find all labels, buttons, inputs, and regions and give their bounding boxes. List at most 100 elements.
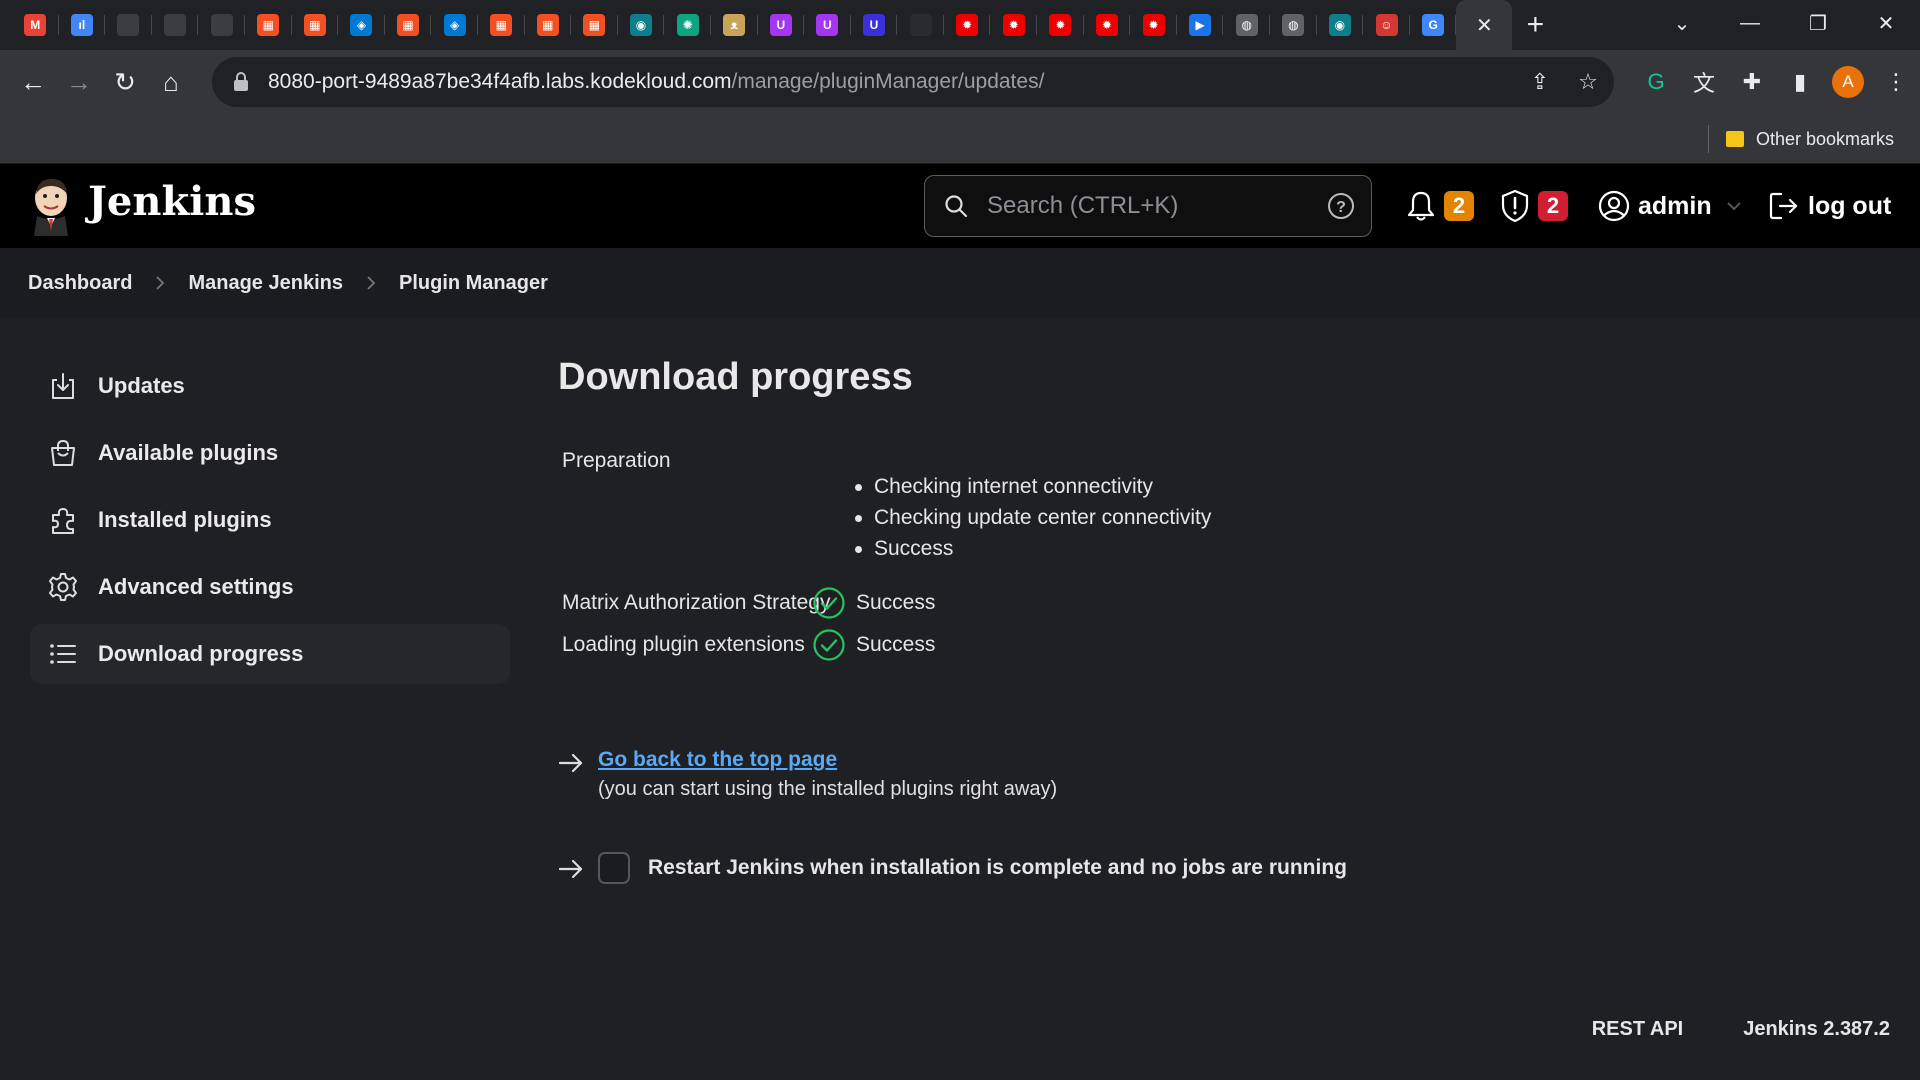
restore-icon[interactable]: ❐ xyxy=(1784,0,1852,46)
browser-tab[interactable]: U xyxy=(851,0,898,50)
reload-icon[interactable]: ↻ xyxy=(102,59,148,105)
browser-toolbar: ← → ↻ ⌂ 8080-port-9489a87be34f4afb.labs.… xyxy=(0,50,1920,114)
sidebar-item-advanced-settings[interactable]: Advanced settings xyxy=(30,557,510,617)
jenkins-header: Jenkins ? 2 2 admin log out xyxy=(0,164,1920,248)
forward-icon[interactable]: → xyxy=(56,59,102,105)
url-path: /manage/pluginManager/updates/ xyxy=(731,70,1045,93)
microsoft-icon: ▦ xyxy=(303,14,326,36)
download-icon xyxy=(52,373,74,399)
back-icon[interactable]: ← xyxy=(10,59,56,105)
side-panel-icon[interactable]: ▮ xyxy=(1776,59,1824,105)
browser-tab[interactable] xyxy=(198,0,245,50)
tab-search-icon[interactable]: ⌄ xyxy=(1648,0,1716,46)
search-box: ? xyxy=(924,175,1372,237)
browser-tab[interactable]: ▦ xyxy=(525,0,572,50)
browser-tab[interactable]: ᴥ xyxy=(711,0,758,50)
bookmark-star-icon[interactable]: ☆ xyxy=(1572,66,1604,98)
jenkins-version-link[interactable]: Jenkins 2.387.2 xyxy=(1743,1018,1890,1041)
blank-icon xyxy=(164,14,187,36)
security-badge: 2 xyxy=(1538,191,1568,221)
logout-button[interactable]: log out xyxy=(1768,164,1891,248)
breadcrumb-manage-jenkins[interactable]: Manage Jenkins xyxy=(188,272,343,295)
status-success: Success xyxy=(812,586,935,620)
browser-tab[interactable]: ◍ xyxy=(1223,0,1270,50)
preparation-row: Preparation Checking internet connectivi… xyxy=(558,449,1858,564)
search-input[interactable] xyxy=(987,192,1327,220)
browser-tab[interactable]: U xyxy=(758,0,805,50)
minimize-icon[interactable]: — xyxy=(1716,0,1784,46)
arrow-right-icon xyxy=(558,859,583,879)
sidebar-item-updates[interactable]: Updates xyxy=(30,356,510,416)
logout-label: log out xyxy=(1808,191,1892,220)
browser-tab[interactable] xyxy=(152,0,199,50)
restart-row: Restart Jenkins when installation is com… xyxy=(558,852,1347,884)
sidebar-item-installed-plugins[interactable]: Installed plugins xyxy=(30,490,510,550)
address-bar[interactable]: 8080-port-9489a87be34f4afb.labs.kodeklou… xyxy=(212,57,1614,107)
udemy-icon: U xyxy=(769,14,792,36)
restart-label[interactable]: Restart Jenkins when installation is com… xyxy=(648,856,1347,880)
browser-tab[interactable]: ✹ xyxy=(1037,0,1084,50)
browser-tab[interactable]: ▦ xyxy=(385,0,432,50)
restart-checkbox[interactable] xyxy=(598,852,630,884)
browser-tab[interactable]: M xyxy=(12,0,59,50)
browser-tab-strip: Mıl ▦ ▦ ◈ ▦ ◈ ▦ ▦ ▦ ◉ ✺ ᴥ U U U ✹ ✹ ✹ ✹ ✹ ▶ ◍ ◍ ◉ ☺ G ✕ + ⌄ — ❐ ✕ xyxy=(0,0,1920,50)
globe-icon: ◍ xyxy=(1282,14,1305,36)
browser-tab[interactable] xyxy=(897,0,944,50)
browser-tab[interactable]: ◈ xyxy=(338,0,385,50)
redhat-icon: ✹ xyxy=(1142,14,1165,36)
profile-avatar[interactable]: A xyxy=(1832,66,1864,98)
browser-tab[interactable]: U xyxy=(804,0,851,50)
breadcrumb-plugin-manager[interactable]: Plugin Manager xyxy=(399,272,548,295)
browser-tab[interactable]: ◈ xyxy=(431,0,478,50)
arrow-right-icon xyxy=(558,753,583,773)
browser-tab[interactable]: ✹ xyxy=(1084,0,1131,50)
other-bookmarks-label: Other bookmarks xyxy=(1756,128,1895,149)
preparation-label: Preparation xyxy=(562,449,671,472)
browser-tab[interactable]: ◉ xyxy=(618,0,665,50)
browser-tab[interactable]: ▦ xyxy=(571,0,618,50)
browser-tab[interactable]: ▶ xyxy=(1177,0,1224,50)
chevron-down-icon[interactable] xyxy=(1726,201,1742,211)
new-tab-button[interactable]: + xyxy=(1512,0,1558,50)
user-menu[interactable]: admin xyxy=(1598,164,1742,248)
close-window-icon[interactable]: ✕ xyxy=(1852,0,1920,46)
microsoft-icon: ▦ xyxy=(490,14,513,36)
browser-tab[interactable]: ıl xyxy=(59,0,106,50)
gear-icon xyxy=(49,573,77,601)
browser-tab[interactable]: ✹ xyxy=(990,0,1037,50)
browser-tab[interactable]: ☺ xyxy=(1363,0,1410,50)
user-icon xyxy=(1598,190,1630,222)
help-icon[interactable]: ? xyxy=(1327,192,1355,220)
close-tab-icon[interactable]: ✕ xyxy=(1476,13,1493,38)
browser-tab[interactable]: ✹ xyxy=(1130,0,1177,50)
share-icon[interactable]: ⇪ xyxy=(1524,66,1556,98)
browser-tab[interactable] xyxy=(105,0,152,50)
browser-tab[interactable]: ✹ xyxy=(944,0,991,50)
bookmarks-bar: Other bookmarks xyxy=(0,114,1920,164)
browser-tab[interactable]: ▦ xyxy=(245,0,292,50)
jenkins-title[interactable]: Jenkins xyxy=(88,178,256,225)
active-browser-tab[interactable]: ✕ xyxy=(1456,0,1513,50)
security-button[interactable]: 2 xyxy=(1500,164,1568,248)
sidebar-item-download-progress[interactable]: Download progress xyxy=(30,624,510,684)
browser-tab[interactable]: ▦ xyxy=(292,0,339,50)
browser-tab[interactable]: ◍ xyxy=(1270,0,1317,50)
translate-icon[interactable]: 文 xyxy=(1680,59,1728,105)
notifications-button[interactable]: 2 xyxy=(1406,164,1474,248)
grammarly-icon[interactable]: G xyxy=(1632,59,1680,105)
sidebar-item-available-plugins[interactable]: Available plugins xyxy=(30,423,510,483)
browser-tab[interactable]: ◉ xyxy=(1317,0,1364,50)
jenkins-logo-icon[interactable] xyxy=(28,176,74,236)
browser-tab[interactable]: ▦ xyxy=(478,0,525,50)
extensions-puzzle-icon[interactable]: ✚ xyxy=(1728,59,1776,105)
lock-icon xyxy=(234,72,248,91)
chrome-menu-icon[interactable]: ⋮ xyxy=(1872,59,1920,105)
other-bookmarks[interactable]: Other bookmarks xyxy=(1726,114,1894,164)
top-page-link[interactable]: Go back to the top page xyxy=(598,748,837,771)
browser-tab[interactable]: G xyxy=(1410,0,1457,50)
rest-api-link[interactable]: REST API xyxy=(1592,1018,1684,1041)
breadcrumb-dashboard[interactable]: Dashboard xyxy=(28,272,132,295)
browser-tab[interactable]: ✺ xyxy=(664,0,711,50)
home-icon[interactable]: ⌂ xyxy=(148,59,194,105)
play-icon: ▶ xyxy=(1189,14,1212,36)
